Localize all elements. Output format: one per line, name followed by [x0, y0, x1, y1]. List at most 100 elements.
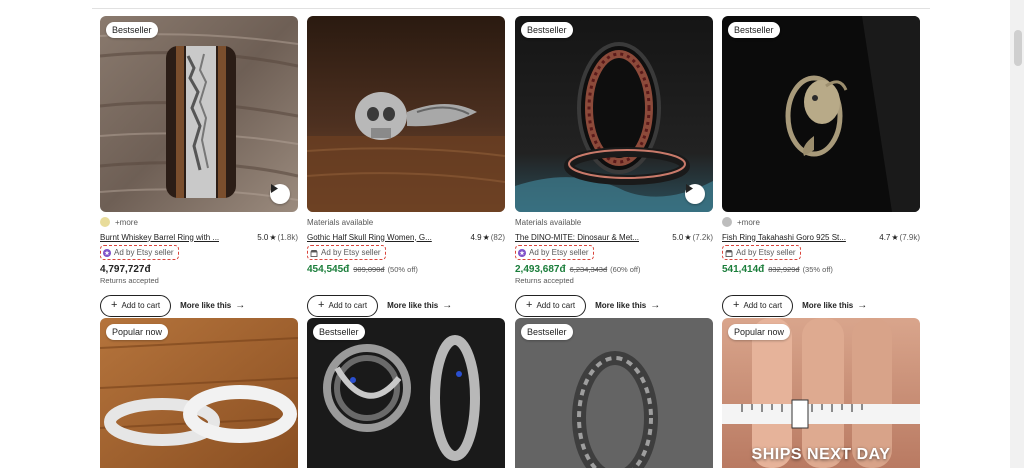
star-icon: ★ — [482, 232, 490, 242]
sale-price: 454,545đ — [307, 263, 350, 275]
ships-next-day-overlay: SHIPS NEXT DAY — [751, 446, 891, 463]
ad-label: Ad by Etsy seller — [722, 245, 801, 260]
rating-value: 4.9 — [470, 232, 482, 242]
original-price: 832,929đ — [768, 264, 800, 274]
returns-accepted: Returns accepted — [100, 275, 159, 285]
sale-price: 541,414đ — [722, 263, 765, 275]
bestseller-badge: Bestseller — [313, 324, 365, 340]
ad-label-text: Ad by Etsy seller — [529, 248, 589, 257]
listing-image[interactable]: Bestseller — [100, 16, 298, 212]
top-divider — [92, 8, 930, 9]
review-count: (7.2k) — [692, 232, 713, 242]
ad-label: Ad by Etsy seller — [307, 245, 386, 260]
ad-label-text: Ad by Etsy seller — [321, 248, 381, 257]
rating: 5.0★(1.8k) — [257, 233, 298, 242]
more-options-label: +more — [737, 217, 760, 227]
variation-info: +more — [100, 215, 298, 229]
color-swatch — [100, 217, 110, 227]
arrow-right-icon: → — [650, 300, 661, 311]
listing-card[interactable]: Bestseller +more Fish Ring Takahashi Gor… — [722, 16, 920, 317]
ad-label-text: Ad by Etsy seller — [736, 248, 796, 257]
variation-info: Materials available — [307, 215, 505, 229]
more-like-this-label: More like this — [802, 301, 854, 310]
more-like-this-link[interactable]: More like this → — [595, 300, 660, 311]
review-count: (82) — [490, 232, 505, 242]
add-to-cart-label: Add to cart — [536, 301, 576, 310]
listing-card[interactable]: Popular now — [100, 318, 298, 468]
more-like-this-label: More like this — [180, 301, 232, 310]
discount-percent: (50% off) — [387, 264, 418, 274]
add-to-cart-label: Add to cart — [121, 301, 161, 310]
rating-value: 4.7 — [879, 232, 891, 242]
listing-image[interactable] — [307, 16, 505, 212]
more-like-this-link[interactable]: More like this → — [387, 300, 452, 311]
listing-image[interactable]: Popular now — [100, 318, 298, 468]
listing-image[interactable]: Bestseller — [515, 318, 713, 468]
ad-label: Ad by Etsy seller — [100, 245, 179, 260]
materials-available-label: Materials available — [515, 217, 582, 227]
discount-percent: (35% off) — [802, 264, 833, 274]
popular-now-badge: Popular now — [106, 324, 169, 340]
sale-price: 2,493,687đ — [515, 263, 566, 275]
play-icon — [271, 184, 278, 193]
shop-icon — [725, 249, 733, 257]
scrollbar-thumb[interactable] — [1014, 30, 1022, 66]
listing-title[interactable]: Fish Ring Takahashi Goro 925 St... — [722, 233, 846, 242]
more-like-this-link[interactable]: More like this → — [802, 300, 867, 311]
listing-title[interactable]: Gothic Half Skull Ring Women, G... — [307, 233, 432, 242]
original-price: 909,090đ — [353, 264, 385, 274]
ad-label-text: Ad by Etsy seller — [114, 248, 174, 257]
bestseller-badge: Bestseller — [106, 22, 158, 38]
listing-image[interactable]: Popular now SHIPS NEXT DAY — [722, 318, 920, 468]
star-icon: ★ — [269, 232, 277, 242]
review-count: (7.9k) — [899, 232, 920, 242]
star-icon: ★ — [684, 232, 692, 242]
price: 4,797,727đ — [100, 263, 151, 275]
materials-available-label: Materials available — [307, 217, 374, 227]
listing-card[interactable]: Materials available Gothic Half Skull Ri… — [307, 16, 505, 317]
plus-icon: + — [111, 299, 118, 311]
star-seller-icon — [518, 248, 526, 257]
discount-percent: (60% off) — [610, 264, 641, 274]
ad-label: Ad by Etsy seller — [515, 245, 594, 260]
listing-card[interactable]: Bestseller — [515, 318, 713, 468]
add-to-cart-button[interactable]: + Add to cart — [722, 294, 794, 317]
returns-info — [722, 276, 920, 286]
listing-title[interactable]: The DINO-MITE: Dinosaur & Met... — [515, 233, 639, 242]
listing-card[interactable]: Popular now SHIPS NEXT DAY — [722, 318, 920, 468]
play-video-button[interactable] — [685, 184, 705, 204]
review-count: (1.8k) — [277, 232, 298, 242]
bestseller-badge: Bestseller — [521, 22, 573, 38]
more-like-this-label: More like this — [595, 301, 647, 310]
add-to-cart-button[interactable]: + Add to cart — [100, 294, 172, 317]
plus-icon: + — [733, 299, 740, 311]
play-icon — [686, 184, 693, 193]
listing-title[interactable]: Burnt Whiskey Barrel Ring with ... — [100, 233, 219, 242]
add-to-cart-button[interactable]: + Add to cart — [307, 294, 379, 317]
arrow-right-icon: → — [857, 300, 868, 311]
bestseller-badge: Bestseller — [728, 22, 780, 38]
arrow-right-icon: → — [235, 300, 246, 311]
scrollbar[interactable] — [1010, 0, 1024, 468]
listing-image[interactable]: Bestseller — [722, 16, 920, 212]
plus-icon: + — [318, 299, 325, 311]
original-price: 6,234,343đ — [569, 264, 608, 274]
arrow-right-icon: → — [442, 300, 453, 311]
listing-card[interactable]: Bestseller +more Burnt Whiskey Barrel Ri… — [100, 16, 298, 317]
play-video-button[interactable] — [270, 184, 290, 204]
listing-card[interactable]: Bestseller — [307, 318, 505, 468]
rating: 5.0★(7.2k) — [672, 233, 713, 242]
returns-accepted: Returns accepted — [515, 275, 574, 285]
listing-image[interactable]: Bestseller — [307, 318, 505, 468]
more-like-this-link[interactable]: More like this → — [180, 300, 245, 311]
star-icon: ★ — [891, 232, 899, 242]
rating-value: 5.0 — [672, 232, 684, 242]
star-seller-icon — [103, 248, 111, 257]
more-options-label: +more — [115, 217, 138, 227]
add-to-cart-button[interactable]: + Add to cart — [515, 294, 587, 317]
add-to-cart-label: Add to cart — [743, 301, 783, 310]
listing-image[interactable]: Bestseller — [515, 16, 713, 212]
rating: 4.9★(82) — [470, 233, 505, 242]
listing-card[interactable]: Bestseller Materials available The DINO-… — [515, 16, 713, 317]
returns-info — [307, 276, 505, 286]
